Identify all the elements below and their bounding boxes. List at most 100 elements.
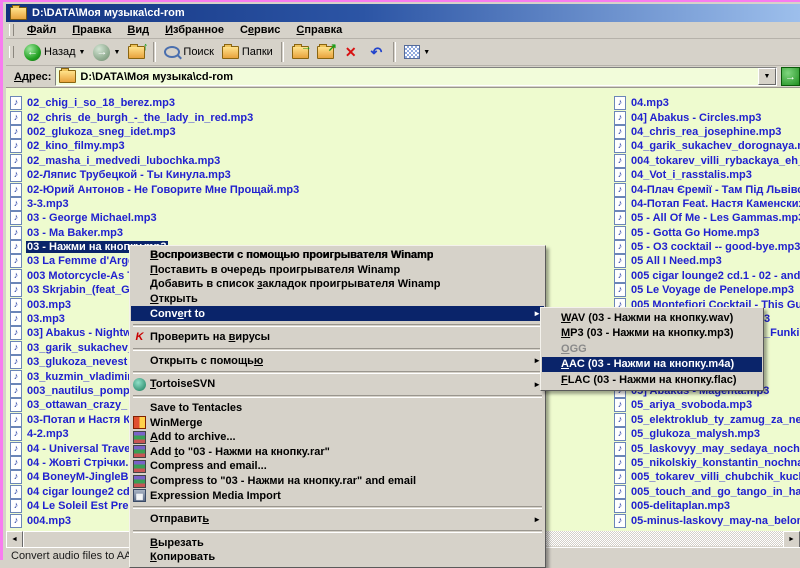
- file-item[interactable]: 04-Плач Єремії - Там Під Львівським Замк…: [614, 182, 800, 196]
- menubar-item[interactable]: Правка: [64, 23, 119, 37]
- back-dropdown-icon[interactable]: ▼: [79, 49, 86, 56]
- menubar-item[interactable]: Вид: [119, 23, 157, 37]
- folder-icon: [10, 7, 27, 20]
- audio-file-icon: [10, 283, 22, 297]
- context-menu-item[interactable]: Воспроизвести с помощью проигрывателя Wi…: [131, 248, 544, 263]
- delete-button[interactable]: ✕: [339, 40, 363, 64]
- file-name: 003.mp3: [26, 299, 72, 311]
- toolbar-grip[interactable]: [9, 46, 14, 58]
- copy-to-icon: ↗: [317, 46, 334, 59]
- scrollbar-thumb[interactable]: [23, 531, 133, 548]
- views-button[interactable]: ▼: [401, 40, 433, 64]
- file-item[interactable]: 05_glukoza_malysh.mp3: [614, 427, 800, 441]
- file-name: 04 - Жовті Стрічки.: [26, 457, 129, 469]
- file-item[interactable]: 05_elektroklub_ty_zamug_za_ne: [614, 413, 800, 427]
- menubar-item[interactable]: Справка: [288, 23, 350, 37]
- audio-file-icon: [614, 470, 626, 484]
- file-item[interactable]: 03 - Ma Baker.mp3: [10, 226, 300, 240]
- up-button[interactable]: ↑: [125, 40, 148, 64]
- file-item[interactable]: 05 Le Voyage de Penelope.mp3: [614, 283, 800, 297]
- file-item[interactable]: 04.mp3: [614, 96, 800, 110]
- file-item[interactable]: 05-minus-laskovy_may-na_belom: [614, 513, 800, 527]
- context-menu-item[interactable]: Открыть: [131, 292, 544, 307]
- context-menu-item[interactable]: Поставить в очередь проигрывателя Winamp: [131, 263, 544, 278]
- context-menu-item[interactable]: Вырезать: [131, 536, 544, 551]
- file-item[interactable]: 02_kino_filmy.mp3: [10, 139, 300, 153]
- context-menu-item[interactable]: Отправить►: [131, 512, 544, 527]
- file-item[interactable]: 005-delitaplan.mp3: [614, 499, 800, 513]
- menubar-item[interactable]: Избранное: [157, 23, 232, 37]
- file-item[interactable]: 004_tokarev_villi_rybackaya_eh_raz.mp3: [614, 154, 800, 168]
- context-menu-item[interactable]: WinMerge: [131, 415, 544, 430]
- file-item[interactable]: 05 - All Of Me - Les Gammas.mp3: [614, 211, 800, 225]
- context-menu-item[interactable]: KПроверить на вирусы: [131, 330, 544, 345]
- file-item[interactable]: 03 - George Michael.mp3: [10, 211, 300, 225]
- file-item[interactable]: 04] Abakus - Circles.mp3: [614, 110, 800, 124]
- folders-button[interactable]: Папки: [219, 40, 276, 64]
- audio-file-icon: [10, 384, 22, 398]
- undo-button[interactable]: ↶: [365, 40, 389, 64]
- file-item[interactable]: 04_garik_sukachev_dorognaya.mp3: [614, 139, 800, 153]
- file-item[interactable]: 02-Ляпис Трубецкой - Ты Кинула.mp3: [10, 168, 300, 182]
- file-item[interactable]: 002_glukoza_sneg_idet.mp3: [10, 125, 300, 139]
- context-menu-item[interactable]: Открыть с помощью►: [131, 354, 544, 369]
- go-button[interactable]: →: [781, 67, 800, 86]
- context-menu-item[interactable]: Добавить в список закладок проигрывателя…: [131, 277, 544, 292]
- menubar-item[interactable]: Сервис: [232, 23, 288, 37]
- forward-button[interactable]: → ▼: [90, 40, 123, 64]
- toolbar-grip[interactable]: [9, 24, 14, 36]
- menu-item-label: Проверить на вирусы: [150, 331, 270, 343]
- submenu-item[interactable]: FLAC (03 - Нажми на кнопку.flac): [542, 372, 762, 388]
- file-name: 03 - George Michael.mp3: [26, 212, 158, 224]
- context-menu-item[interactable]: Add to archive...: [131, 430, 544, 445]
- file-item[interactable]: 3-3.mp3: [10, 197, 300, 211]
- scroll-right-button[interactable]: ►: [783, 531, 800, 548]
- submenu-item[interactable]: MP3 (03 - Нажми на кнопку.mp3): [542, 326, 762, 342]
- file-item[interactable]: 02_chig_i_so_18_berez.mp3: [10, 96, 300, 110]
- file-name: 04 - Universal Trave: [26, 443, 131, 455]
- views-dropdown-icon[interactable]: ▼: [423, 49, 430, 56]
- file-name: 004.mp3: [26, 515, 72, 527]
- address-folder-icon: [59, 70, 76, 83]
- context-menu-item[interactable]: ▦Expression Media Import: [131, 488, 544, 503]
- search-button[interactable]: Поиск: [161, 40, 216, 64]
- file-item[interactable]: 05 - Gotta Go Home.mp3: [614, 226, 800, 240]
- file-name: 05 All I Need.mp3: [630, 255, 723, 267]
- context-menu-item[interactable]: Save to Tentacles: [131, 401, 544, 416]
- toolbar-separator: [153, 42, 156, 62]
- file-item[interactable]: 05_ariya_svoboda.mp3: [614, 398, 800, 412]
- file-item[interactable]: 05 - O3 cocktail -- good-bye.mp3: [614, 240, 800, 254]
- move-to-button[interactable]: →: [289, 40, 312, 64]
- file-item[interactable]: 04_chris_rea_josephine.mp3: [614, 125, 800, 139]
- file-item[interactable]: 005 cigar lounge2 cd.1 - 02 - and: [614, 269, 800, 283]
- file-item[interactable]: 05 All I Need.mp3: [614, 254, 800, 268]
- context-menu-item[interactable]: Add to "03 - Нажми на кнопку.rar": [131, 445, 544, 460]
- menubar-item[interactable]: Файл: [19, 23, 64, 37]
- context-menu-item[interactable]: Compress and email...: [131, 459, 544, 474]
- address-dropdown-button[interactable]: ▼: [758, 68, 776, 85]
- submenu-item[interactable]: OGG: [542, 341, 762, 357]
- file-name: 05 - Gotta Go Home.mp3: [630, 227, 760, 239]
- submenu-item[interactable]: AAC (03 - Нажми на кнопку.m4a): [542, 357, 762, 373]
- file-item[interactable]: 02-Юрий Антонов - Не Говорите Мне Прощай…: [10, 182, 300, 196]
- context-menu-item[interactable]: TortoiseSVN►: [131, 377, 544, 392]
- file-item[interactable]: 005_tokarev_villi_chubchik_kuche: [614, 470, 800, 484]
- file-item[interactable]: 005_touch_and_go_tango_in_ha: [614, 485, 800, 499]
- file-item[interactable]: 04_Vot_i_rasstalis.mp3: [614, 168, 800, 182]
- context-menu-item[interactable]: Convert to►: [131, 306, 544, 321]
- file-item[interactable]: 02_masha_i_medvedi_lubochka.mp3: [10, 154, 300, 168]
- submenu-item[interactable]: WAV (03 - Нажми на кнопку.wav): [542, 310, 762, 326]
- scroll-left-button[interactable]: ◄: [6, 531, 23, 548]
- address-input[interactable]: D:\DATA\Моя музыка\cd-rom ▼: [55, 67, 777, 86]
- file-item[interactable]: 02_chris_de_burgh_-_the_lady_in_red.mp3: [10, 110, 300, 124]
- file-item[interactable]: 05_nikolskiy_konstantin_nochnay: [614, 456, 800, 470]
- context-menu-item[interactable]: Compress to "03 - Нажми на кнопку.rar" a…: [131, 474, 544, 489]
- context-menu-item[interactable]: Копировать: [131, 550, 544, 565]
- back-button[interactable]: ← Назад ▼: [21, 40, 88, 64]
- forward-dropdown-icon[interactable]: ▼: [113, 49, 120, 56]
- copy-to-button[interactable]: ↗: [314, 40, 337, 64]
- audio-file-icon: [10, 355, 22, 369]
- file-item[interactable]: 04-Потап Feat. Настя Каменских.mp3: [614, 197, 800, 211]
- search-label: Поиск: [183, 46, 213, 58]
- file-item[interactable]: 05_laskovyy_may_sedaya_noch.: [614, 441, 800, 455]
